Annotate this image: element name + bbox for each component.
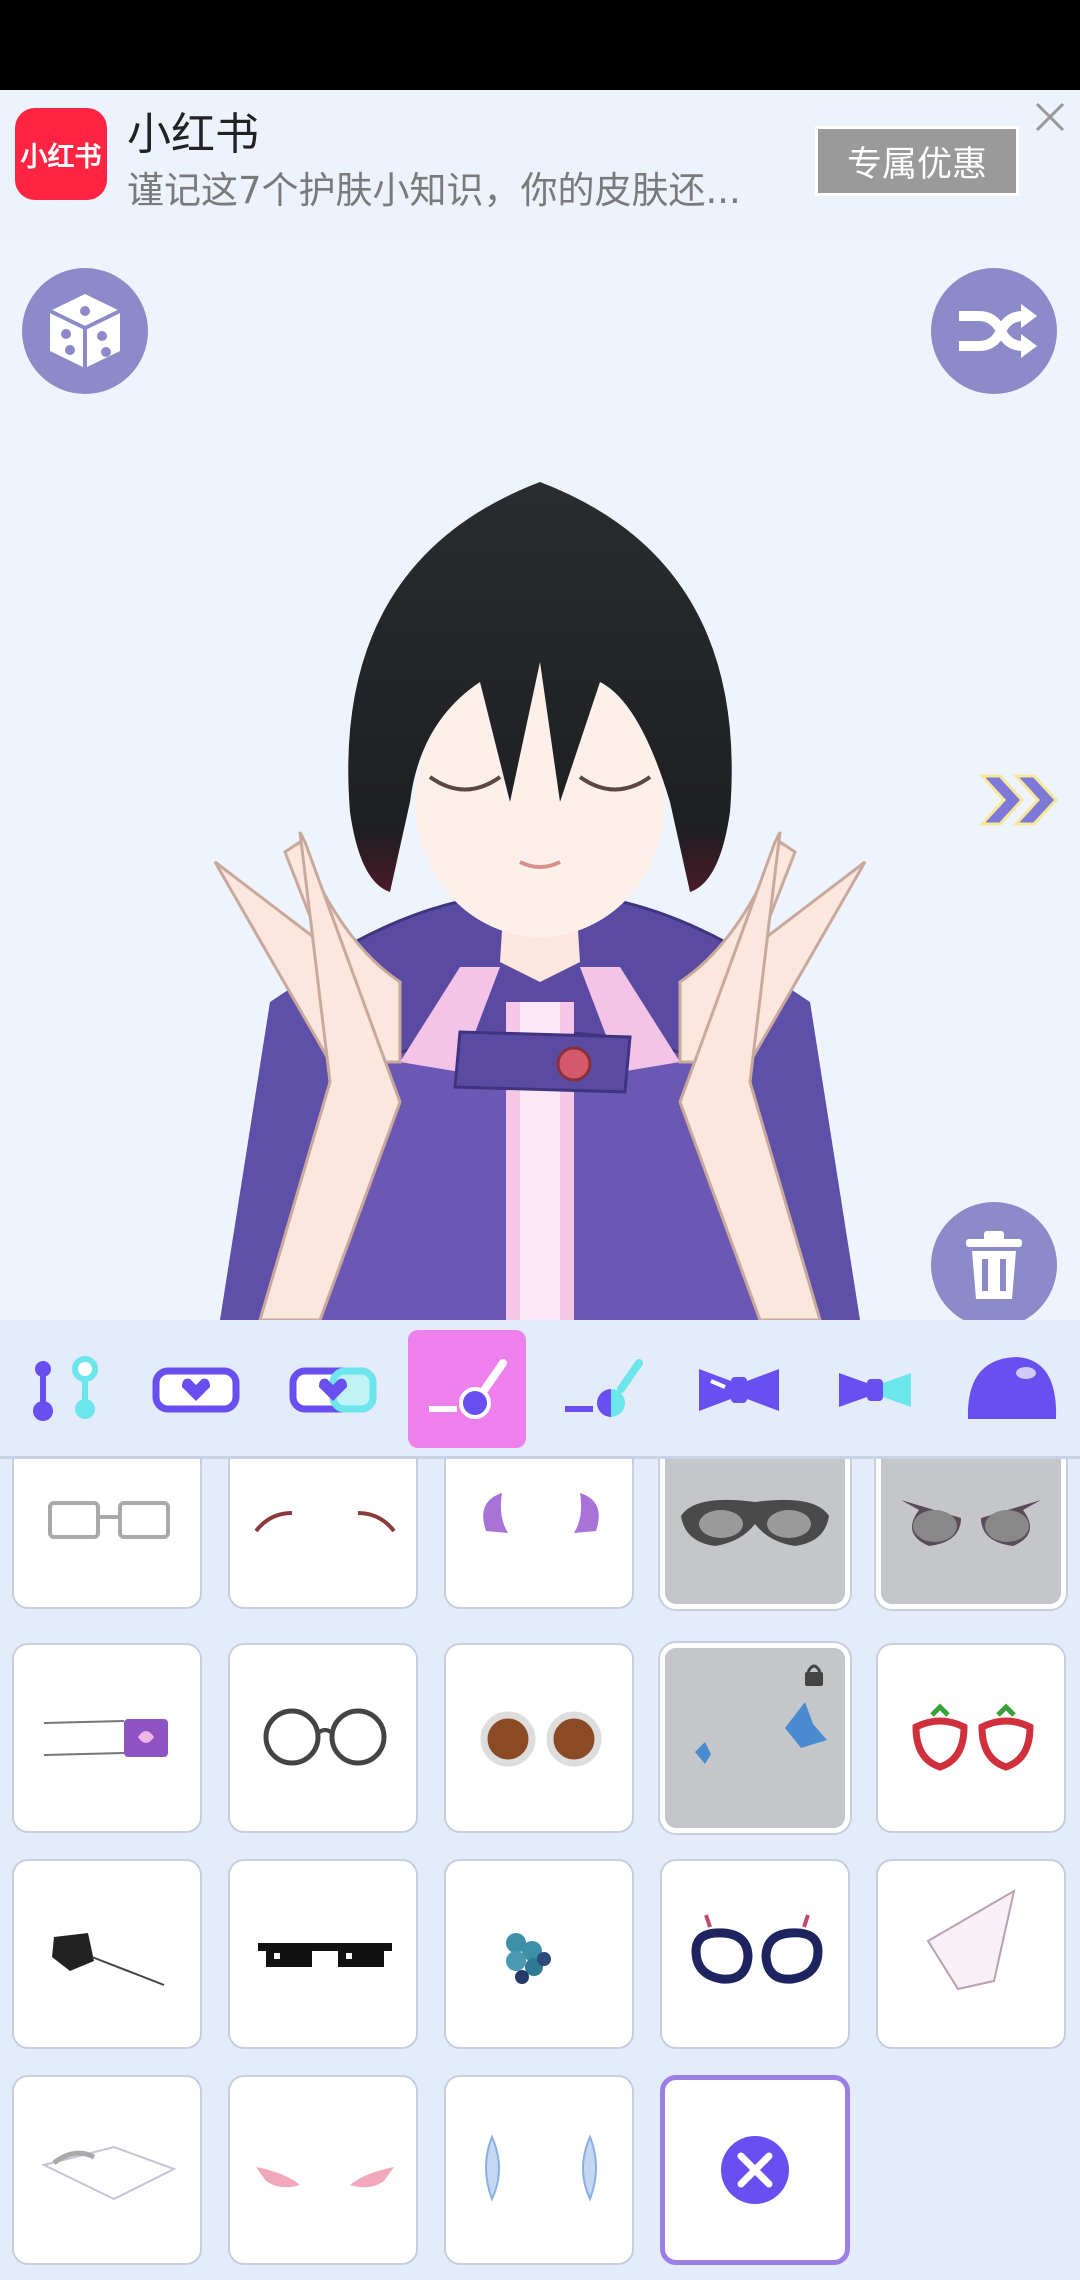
- small-bow-icon: [839, 1373, 911, 1407]
- trash-icon: [966, 1231, 1022, 1299]
- item-cat-sunglasses[interactable]: [876, 1459, 1066, 1609]
- item-blue-berries[interactable]: [444, 1859, 634, 2049]
- item-pink-fins[interactable]: [228, 2075, 418, 2265]
- pink-fins-icon: [256, 2167, 394, 2188]
- spider-web-icon: [52, 1933, 165, 1986]
- monocle-icon: [429, 1359, 507, 1419]
- heart-eye-icon: [152, 1367, 240, 1413]
- status-bar: [0, 0, 1080, 90]
- item-purple-chain-patch[interactable]: [12, 1643, 202, 1833]
- close-icon[interactable]: [1033, 100, 1067, 134]
- round-glasses-icon: [263, 1708, 387, 1766]
- item-grid: [0, 1459, 1080, 2280]
- antler-glasses-icon: [691, 1914, 823, 1984]
- tab-bow-large[interactable]: [680, 1330, 798, 1448]
- item-thorn-glasses[interactable]: [228, 1643, 418, 1833]
- double-chevron-right-icon[interactable]: [978, 770, 1066, 830]
- tab-bow-small[interactable]: [816, 1330, 934, 1448]
- glasses-icon: [48, 1501, 170, 1539]
- random-dice-button[interactable]: [22, 268, 148, 394]
- bow-icon: [699, 1369, 779, 1411]
- eyebrows-icon: [254, 1511, 396, 1533]
- dice-icon: [49, 294, 121, 368]
- ad-title[interactable]: 小红书: [127, 98, 259, 162]
- leaves-icon: [695, 1664, 827, 1764]
- tab-eyes-heart[interactable]: [137, 1330, 255, 1448]
- item-grey-mask[interactable]: [660, 1459, 850, 1609]
- character-stage: [0, 242, 1080, 1320]
- item-remove[interactable]: [660, 2075, 850, 2265]
- tab-accessories-face[interactable]: [544, 1330, 662, 1448]
- ad-banner[interactable]: 小红书 小红书 谨记这7个护肤小知识，你的皮肤还... 专属优惠 广告: [0, 90, 1080, 330]
- item-white-square-glasses[interactable]: [12, 1459, 202, 1609]
- shuffle-button[interactable]: [931, 268, 1057, 394]
- blue-fins-icon: [485, 2134, 597, 2202]
- category-toolbar: [0, 1320, 1080, 1459]
- shuffle-icon: [959, 304, 1037, 358]
- cat-glasses-icon: [901, 1500, 1041, 1546]
- body-parts-icon: [33, 1356, 98, 1421]
- mask-icon: [681, 1499, 829, 1546]
- delete-button[interactable]: [931, 1202, 1057, 1328]
- sunglasses-icon: [480, 1711, 602, 1767]
- item-veil-cone[interactable]: [876, 1859, 1066, 2049]
- fins-icon: [483, 1493, 599, 1533]
- ad-description[interactable]: 谨记这7个护肤小知识，你的皮肤还...: [127, 160, 741, 214]
- half-monocle-icon: [565, 1359, 643, 1417]
- tab-hat[interactable]: [952, 1330, 1070, 1448]
- item-navy-antler-glasses[interactable]: [660, 1859, 850, 2049]
- patch-icon: [43, 1719, 168, 1757]
- item-pixel-sunglasses[interactable]: [228, 1859, 418, 2049]
- pixel-sunglasses-icon: [258, 1943, 392, 1967]
- item-spider-web-pin[interactable]: [12, 1859, 202, 2049]
- item-blue-fins[interactable]: [444, 2075, 634, 2265]
- ad-cta-button[interactable]: 专属优惠: [815, 126, 1019, 196]
- eye-color-icon: [289, 1367, 377, 1413]
- item-strawberry-glasses[interactable]: [876, 1643, 1066, 1833]
- tab-eye-color[interactable]: [274, 1330, 392, 1448]
- ad-logo[interactable]: 小红书: [15, 108, 107, 200]
- item-lace-veil[interactable]: [12, 2075, 202, 2265]
- veil-icon: [926, 1888, 1016, 1991]
- close-icon: [721, 2136, 789, 2204]
- item-blue-leaves[interactable]: [660, 1643, 850, 1833]
- hat-icon: [967, 1357, 1057, 1419]
- berries-icon: [506, 1933, 551, 1984]
- lace-icon: [41, 2145, 177, 2201]
- item-pearl-sunglasses[interactable]: [444, 1643, 634, 1833]
- tab-accessories-glasses[interactable]: [408, 1330, 526, 1448]
- item-purple-fins[interactable]: [444, 1459, 634, 1609]
- tab-body-parts[interactable]: [4, 1330, 122, 1448]
- character-illustration: [213, 482, 867, 1320]
- strawberry-glasses-icon: [912, 1703, 1034, 1771]
- item-thin-brows[interactable]: [228, 1459, 418, 1609]
